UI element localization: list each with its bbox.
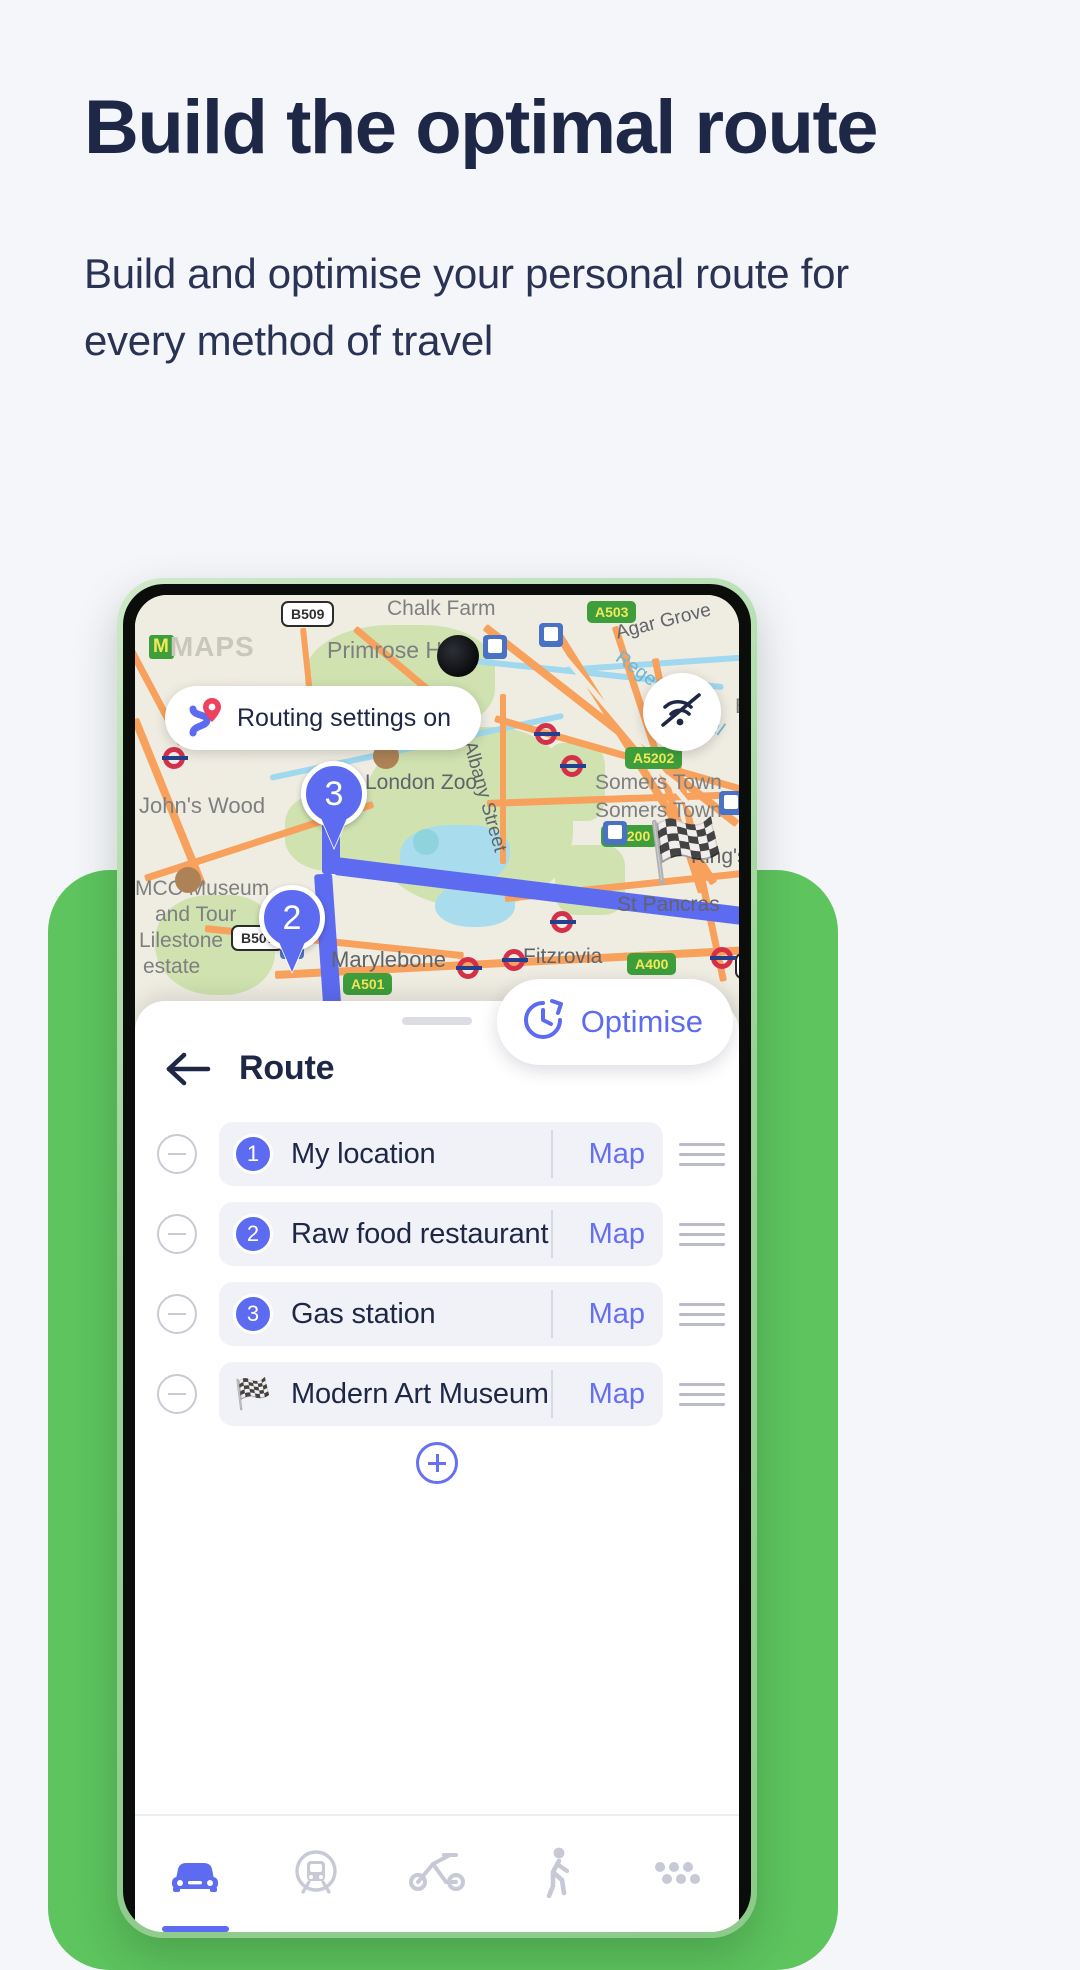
- museum-poi-icon: [175, 867, 201, 893]
- rail-station-icon: [483, 635, 507, 659]
- clock-refresh-icon: [521, 998, 565, 1047]
- front-camera: [437, 635, 479, 677]
- map-label: St Pancras: [617, 893, 720, 916]
- sheet-grabber[interactable]: [402, 1017, 472, 1025]
- destination-flag-icon: 🏁: [647, 817, 725, 886]
- stop-body[interactable]: 1 My location Map: [219, 1122, 663, 1186]
- stop-name: Modern Art Museum: [291, 1377, 549, 1410]
- tube-station-icon: [560, 755, 586, 777]
- map-label: Chalk Farm: [387, 597, 496, 620]
- stop-badge: 3: [233, 1294, 273, 1334]
- optimise-label: Optimise: [580, 1004, 703, 1039]
- stop-map-link[interactable]: Map: [589, 1138, 645, 1171]
- tube-station-icon: [534, 723, 560, 745]
- page-subtitle: Build and optimise your personal route f…: [84, 250, 849, 364]
- rail-station-icon: [603, 821, 627, 845]
- tube-station-icon: [502, 949, 528, 971]
- row-divider: [551, 1290, 553, 1338]
- route-pin-icon: [185, 695, 225, 742]
- back-arrow-icon[interactable]: [165, 1051, 211, 1087]
- map-label: Be: [735, 695, 739, 719]
- route-stop-row[interactable]: 🏁 Modern Art Museum Map: [135, 1362, 739, 1426]
- stop-map-link[interactable]: Map: [589, 1298, 645, 1331]
- tab-walk[interactable]: [497, 1816, 618, 1932]
- tab-car[interactable]: [135, 1816, 256, 1932]
- route-stop-list: 1 My location Map 2 Raw food restaurant: [135, 1122, 739, 1484]
- road-shield: A400: [627, 953, 677, 975]
- page-title: Build the optimal route: [84, 85, 879, 170]
- maps-watermark: M MAPS: [149, 631, 255, 663]
- route-stop-row[interactable]: 3 Gas station Map: [135, 1282, 739, 1346]
- drag-handle-icon[interactable]: [679, 1222, 725, 1246]
- map-label: Fitzrovia: [523, 945, 603, 968]
- remove-stop-icon[interactable]: [157, 1214, 197, 1254]
- tab-active-underline: [161, 1926, 230, 1932]
- tube-station-icon: [456, 957, 482, 979]
- row-divider: [551, 1210, 553, 1258]
- road-shield: B509: [281, 601, 335, 627]
- stop-name: Raw food restaurant: [291, 1217, 549, 1250]
- stop-body[interactable]: 🏁 Modern Art Museum Map: [219, 1362, 663, 1426]
- drag-handle-icon[interactable]: [679, 1142, 725, 1166]
- map-label: MCC Museum: [135, 877, 270, 900]
- routing-settings-label: Routing settings on: [237, 703, 452, 732]
- stop-body[interactable]: 3 Gas station Map: [219, 1282, 663, 1346]
- map-label: Somers Town: [595, 771, 722, 794]
- remove-stop-icon[interactable]: [157, 1374, 197, 1414]
- route-bottom-sheet: Optimise Route 1 My location Map 2 Raw f…: [135, 979, 739, 1932]
- sheet-title: Route: [239, 1049, 335, 1087]
- stop-body[interactable]: 2 Raw food restaurant Map: [219, 1202, 663, 1266]
- map-label: estate: [143, 955, 201, 978]
- add-stop-icon[interactable]: [416, 1442, 458, 1484]
- row-divider: [551, 1130, 553, 1178]
- drag-handle-icon[interactable]: [679, 1302, 725, 1326]
- map-label: and Tour: [155, 903, 237, 926]
- map-label: Lilestone: [139, 929, 224, 952]
- stop-map-link[interactable]: Map: [589, 1378, 645, 1411]
- stop-badge: 2: [233, 1214, 273, 1254]
- row-divider: [551, 1370, 553, 1418]
- add-stop-row[interactable]: [135, 1442, 739, 1484]
- attraction-poi-icon: [413, 829, 439, 855]
- stop-name: Gas station: [291, 1297, 436, 1330]
- walk-icon: [537, 1846, 579, 1903]
- train-icon: [287, 1847, 345, 1902]
- tab-train[interactable]: [256, 1816, 377, 1932]
- phone-screen: B509 A503 A5202 A4200 B507 A501 A400 B C…: [135, 595, 739, 1932]
- map-label: Marylebone: [331, 947, 446, 972]
- route-pin-2[interactable]: 2: [259, 885, 325, 951]
- route-stop-row[interactable]: 1 My location Map: [135, 1122, 739, 1186]
- destination-flag-icon: 🏁: [234, 1377, 272, 1411]
- scooter-icon: [406, 1849, 468, 1900]
- rail-station-icon: [539, 623, 563, 647]
- tube-station-icon: [162, 747, 188, 769]
- routing-settings-chip[interactable]: Routing settings on: [165, 686, 482, 750]
- drag-handle-icon[interactable]: [679, 1382, 725, 1406]
- car-icon: [166, 1849, 224, 1900]
- transport-mode-tabs: [135, 1814, 739, 1932]
- tab-scooter[interactable]: [377, 1816, 498, 1932]
- phone-device: B509 A503 A5202 A4200 B507 A501 A400 B C…: [117, 578, 757, 1938]
- optimise-button[interactable]: Optimise: [496, 979, 733, 1065]
- remove-stop-icon[interactable]: [157, 1134, 197, 1174]
- route-stop-row[interactable]: 2 Raw food restaurant Map: [135, 1202, 739, 1266]
- no-signal-icon: [659, 689, 705, 736]
- offline-mode-button[interactable]: [643, 673, 721, 751]
- tube-station-icon: [550, 911, 576, 933]
- map-label: London Zoo: [365, 771, 478, 794]
- more-dots-icon: [652, 1857, 706, 1892]
- tab-more[interactable]: [618, 1816, 739, 1932]
- hero-section: Build the optimal route Build and optimi…: [84, 78, 904, 374]
- phone-bezel: B509 A503 A5202 A4200 B507 A501 A400 B C…: [123, 584, 751, 1932]
- route-pin-3[interactable]: 3: [301, 761, 367, 827]
- stop-map-link[interactable]: Map: [589, 1218, 645, 1251]
- map-label: John's Wood: [139, 793, 266, 818]
- maps-watermark-text: MAPS: [169, 631, 255, 662]
- remove-stop-icon[interactable]: [157, 1294, 197, 1334]
- road-shield: A501: [343, 973, 393, 995]
- stop-name: My location: [291, 1137, 436, 1170]
- rail-station-icon: [719, 791, 739, 815]
- stop-badge: 1: [233, 1134, 273, 1174]
- tube-station-icon: [710, 947, 736, 969]
